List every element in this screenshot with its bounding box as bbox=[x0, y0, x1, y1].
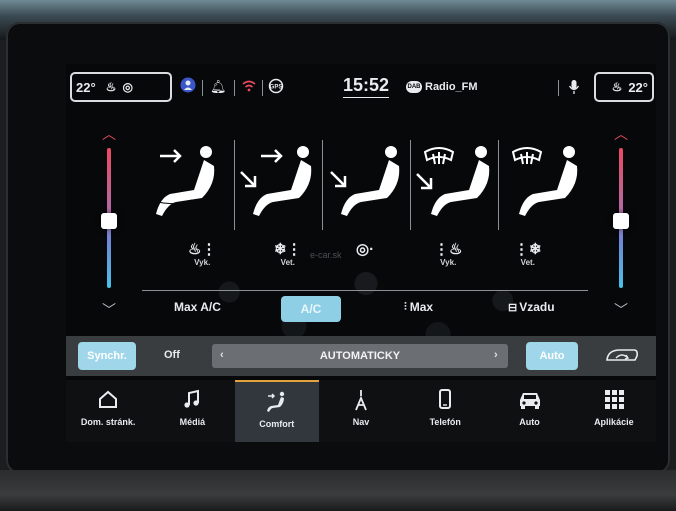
mode-feet-air[interactable] bbox=[322, 140, 410, 230]
driver-seat-heat-label: Vyk. bbox=[194, 258, 211, 267]
max-defrost-label: Max bbox=[409, 300, 434, 314]
synchr-button[interactable]: Synchr. bbox=[78, 342, 136, 370]
seat-vent-icon: ⋮❄ bbox=[514, 241, 542, 258]
steering-heat-icon: ◎· bbox=[356, 241, 375, 258]
status-bar: 22° ♨ ◎ 🔔︎ GPS 15:52 DAB Radio_FM ♨ 22° bbox=[66, 70, 656, 106]
nav-comfort[interactable]: Comfort bbox=[234, 380, 319, 442]
airflow-modes bbox=[146, 140, 586, 230]
steering-heat[interactable]: ◎· bbox=[356, 240, 374, 258]
music-note-icon bbox=[150, 388, 234, 414]
dab-icon: DAB bbox=[406, 81, 422, 93]
auto-button[interactable]: Auto bbox=[526, 342, 578, 370]
passenger-seat-heat[interactable]: ⋮♨ Vyk. bbox=[434, 240, 462, 267]
fan-mode-value: AUTOMATICKY bbox=[319, 350, 401, 362]
recirculation-icon[interactable] bbox=[604, 346, 640, 366]
infotainment-screen: 22° ♨ ◎ 🔔︎ GPS 15:52 DAB Radio_FM ♨ 22° bbox=[66, 64, 656, 442]
nav-home-label: Dom. stránk. bbox=[80, 417, 136, 427]
nav-navigation-label: Nav bbox=[352, 417, 370, 427]
radio-source[interactable]: DAB Radio_FM bbox=[406, 81, 478, 93]
seat-heat-icon[interactable]: ♨ bbox=[612, 80, 623, 94]
status-separator bbox=[234, 80, 235, 96]
nav-apps-label: Aplikácie bbox=[594, 417, 634, 427]
steering-heat-icon[interactable]: ◎ bbox=[122, 80, 132, 94]
mode-defrost-air[interactable] bbox=[498, 140, 586, 230]
phone-icon bbox=[403, 388, 487, 414]
bottom-nav: Dom. stránk. Médiá Comfort Nav Telefón A… bbox=[66, 380, 656, 442]
rear-climate-label: Vzadu bbox=[519, 300, 555, 314]
mode-body-feet-air[interactable] bbox=[234, 140, 322, 230]
watermark: e-car.sk bbox=[310, 250, 342, 260]
status-separator bbox=[202, 80, 203, 96]
mode-body-air[interactable] bbox=[146, 140, 234, 230]
seat-airflow-icon bbox=[330, 146, 400, 216]
dashboard-bottom bbox=[0, 470, 676, 511]
seat-airflow-icon bbox=[240, 146, 312, 216]
nav-apps[interactable]: Aplikácie bbox=[572, 380, 656, 442]
seat-heat-icon: ♨⋮ bbox=[188, 241, 217, 258]
fan-off-button[interactable]: Off bbox=[164, 349, 180, 361]
driver-temp-box[interactable]: 22° ♨ ◎ bbox=[70, 72, 172, 102]
passenger-seat-heat-label: Vyk. bbox=[440, 258, 457, 267]
passenger-temp: 22° bbox=[628, 79, 648, 95]
seat-airflow-icon bbox=[156, 146, 215, 216]
chevron-right-icon[interactable]: › bbox=[494, 349, 498, 361]
svg-text:GPS: GPS bbox=[270, 85, 283, 91]
nav-auto[interactable]: Auto bbox=[487, 380, 571, 442]
ac-button[interactable]: A/C bbox=[281, 296, 341, 322]
microphone-icon[interactable] bbox=[568, 79, 580, 98]
defrost-icon bbox=[416, 146, 490, 216]
mode-defrost-feet-air[interactable] bbox=[410, 140, 498, 230]
chevron-down-icon[interactable]: ﹀ bbox=[94, 300, 124, 320]
navigation-icon bbox=[319, 388, 403, 414]
temp-slider-knob[interactable] bbox=[613, 212, 629, 229]
radio-station: Radio_FM bbox=[425, 81, 478, 93]
nav-media-label: Médiá bbox=[179, 417, 206, 427]
gps-icon[interactable]: GPS bbox=[268, 78, 284, 97]
nav-auto-label: Auto bbox=[519, 417, 540, 427]
fan-mode-selector[interactable]: ‹ AUTOMATICKY › bbox=[212, 344, 508, 368]
max-defrost-button[interactable]: ⫶ Max bbox=[404, 300, 433, 314]
clock: 15:52 bbox=[343, 75, 390, 98]
fan-bar: Synchr. Off ‹ AUTOMATICKY › Auto bbox=[66, 336, 656, 376]
seat-icon bbox=[235, 390, 319, 416]
seat-vent-icon: ❄⋮ bbox=[274, 241, 302, 258]
nav-phone[interactable]: Telefón bbox=[403, 380, 487, 442]
driver-seat-vent-label: Vet. bbox=[280, 258, 295, 267]
status-separator bbox=[558, 80, 559, 96]
nav-phone-label: Telefón bbox=[429, 417, 461, 427]
rear-climate-button[interactable]: ⊟ Vzadu bbox=[508, 300, 555, 314]
driver-seat-heat[interactable]: ♨⋮ Vyk. bbox=[188, 240, 216, 267]
chevron-up-icon[interactable]: ︿ bbox=[606, 124, 636, 144]
status-separator bbox=[262, 80, 263, 96]
nav-comfort-label: Comfort bbox=[259, 419, 295, 429]
seat-heat-icon[interactable]: ♨ bbox=[106, 80, 117, 94]
chevron-down-icon[interactable]: ﹀ bbox=[606, 300, 636, 320]
profile-icon[interactable] bbox=[180, 77, 196, 96]
rear-defrost-icon: ⊟ bbox=[508, 301, 518, 314]
car-icon bbox=[487, 388, 571, 414]
defrost-icon bbox=[511, 146, 578, 216]
temp-slider-knob[interactable] bbox=[101, 212, 117, 229]
defrost-icon: ⫶ bbox=[404, 300, 407, 313]
driver-temp: 22° bbox=[76, 79, 96, 95]
divider bbox=[142, 290, 588, 291]
apps-grid-icon bbox=[572, 388, 656, 414]
driver-seat-vent[interactable]: ❄⋮ Vet. bbox=[274, 240, 302, 267]
nav-media[interactable]: Médiá bbox=[150, 380, 234, 442]
nav-home[interactable]: Dom. stránk. bbox=[66, 380, 150, 442]
passenger-temp-box[interactable]: ♨ 22° bbox=[594, 72, 654, 102]
wifi-icon[interactable] bbox=[242, 79, 256, 96]
home-icon bbox=[66, 388, 150, 414]
passenger-seat-vent[interactable]: ⋮❄ Vet. bbox=[514, 240, 542, 267]
passenger-seat-vent-label: Vet. bbox=[520, 258, 535, 267]
seat-heat-icon: ⋮♨ bbox=[434, 241, 463, 258]
nav-navigation[interactable]: Nav bbox=[319, 380, 403, 442]
chevron-up-icon[interactable]: ︿ bbox=[94, 124, 124, 144]
max-ac-button[interactable]: Max A/C bbox=[174, 300, 221, 314]
bell-icon[interactable]: 🔔︎ bbox=[210, 79, 227, 95]
